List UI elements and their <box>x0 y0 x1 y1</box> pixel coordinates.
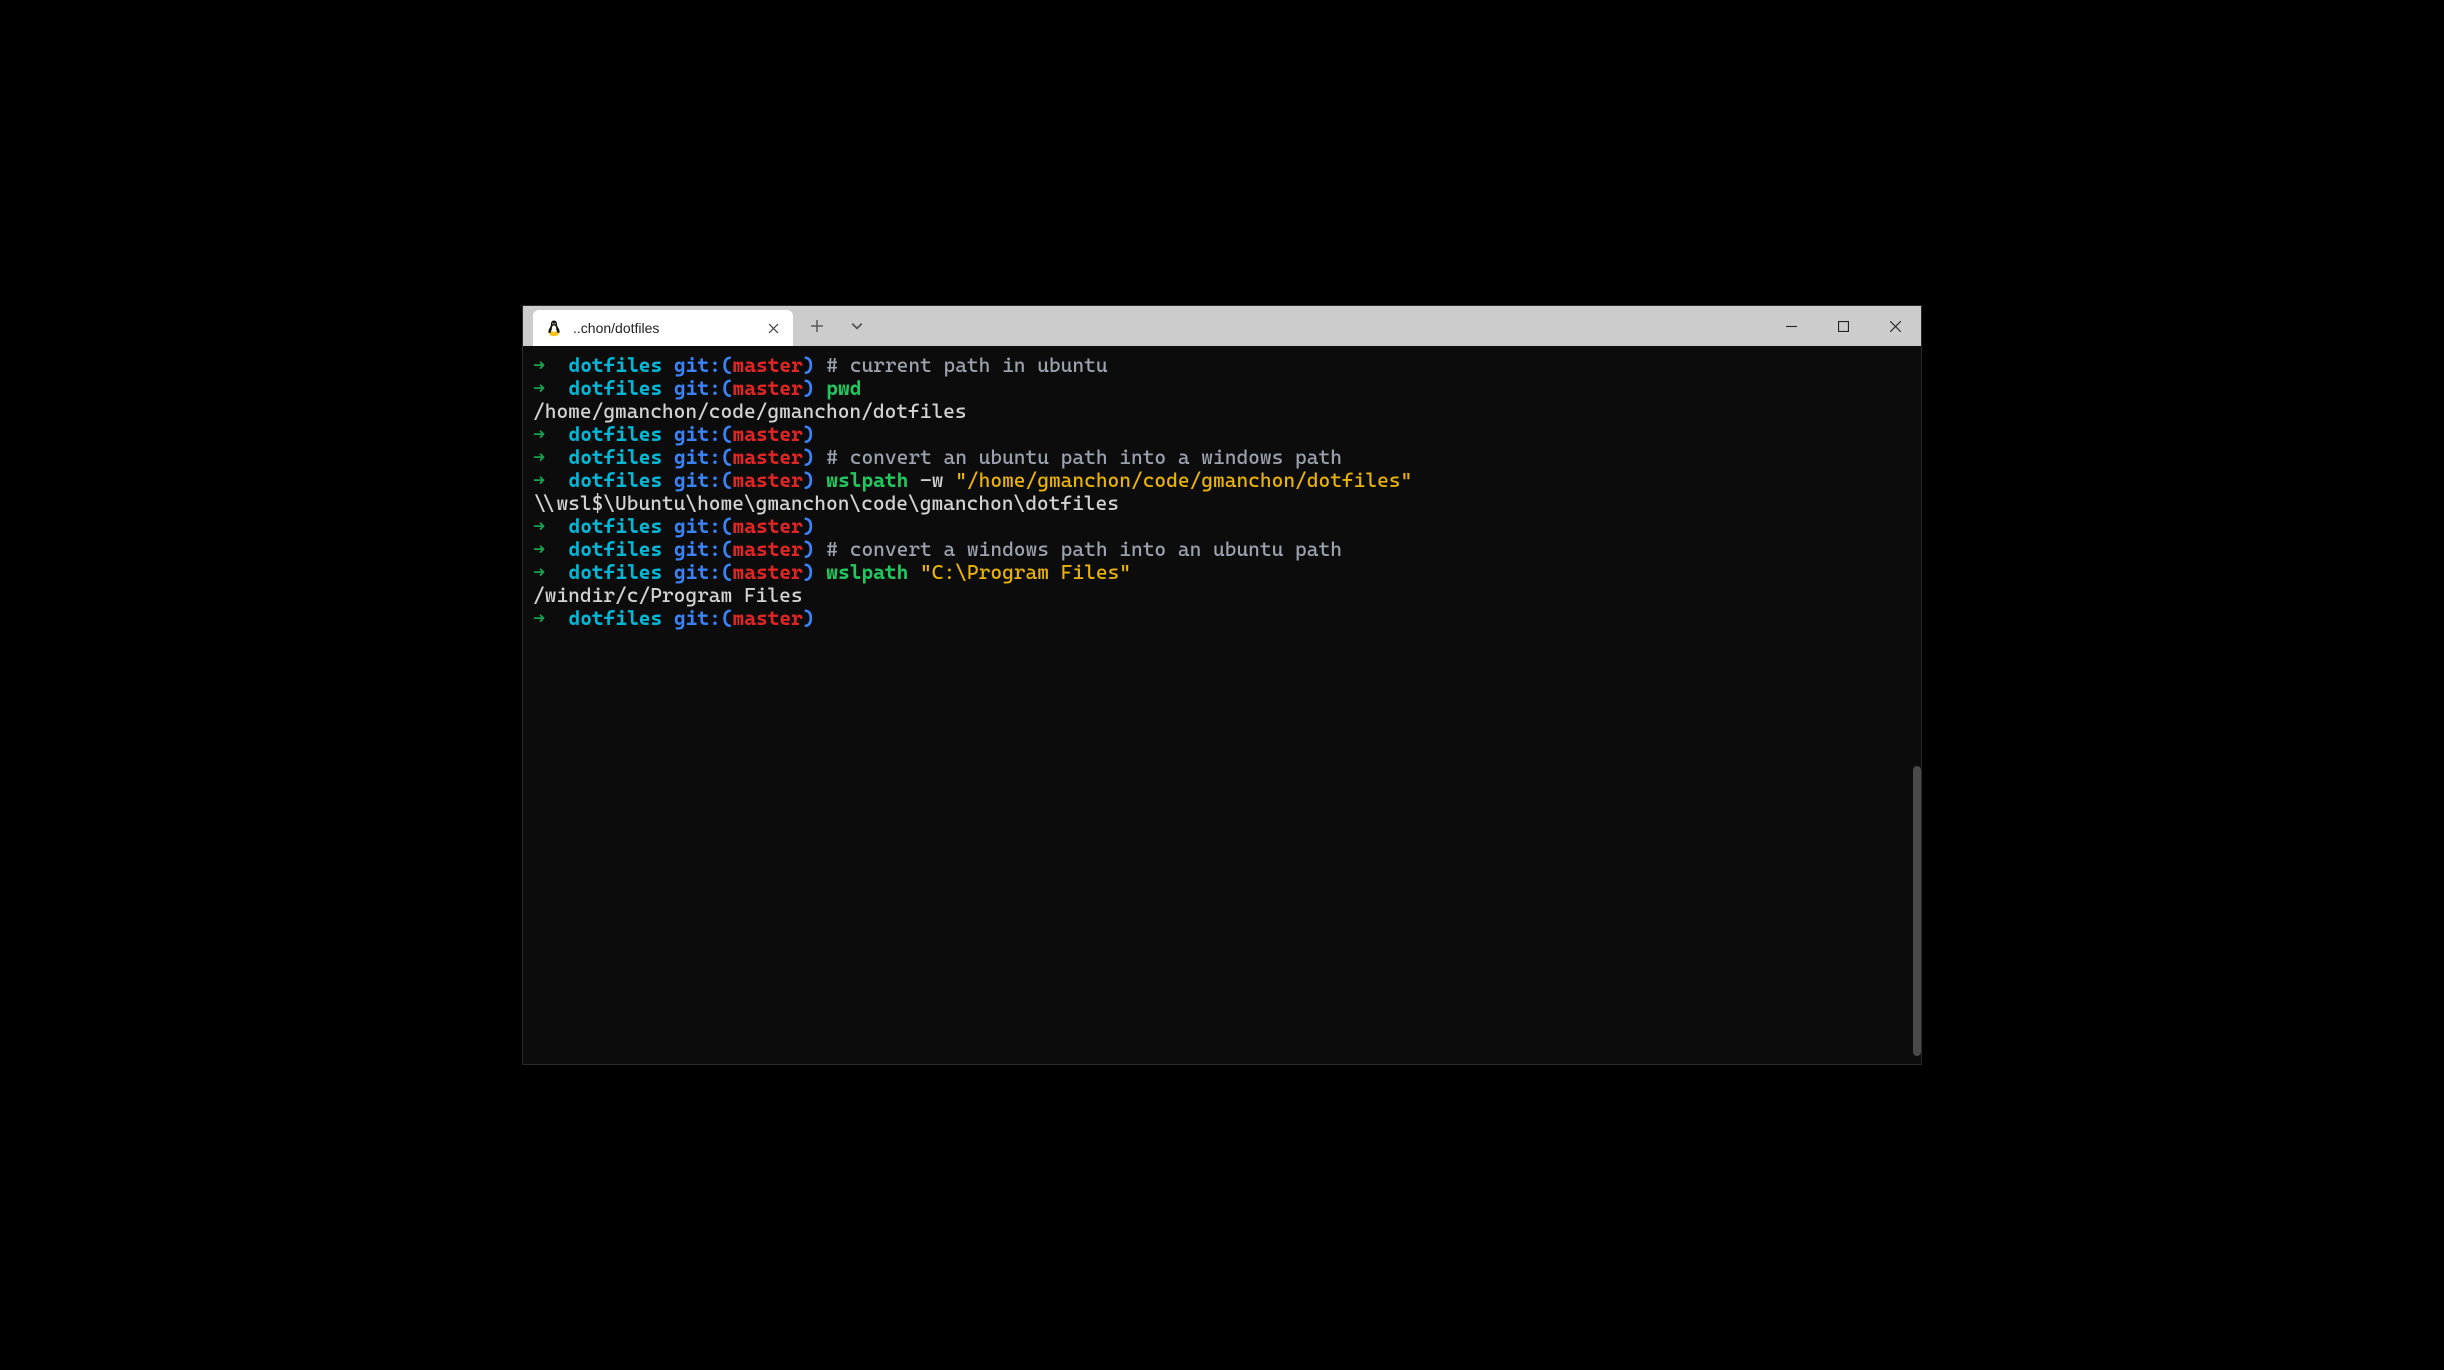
tab-dropdown-button[interactable] <box>839 308 875 344</box>
new-tab-button[interactable] <box>799 308 835 344</box>
tabs-region: ..chon/dotfiles <box>523 306 875 346</box>
tab-actions <box>799 306 875 346</box>
titlebar: ..chon/dotfiles <box>523 306 1921 346</box>
window-controls <box>1765 306 1921 346</box>
close-window-button[interactable] <box>1869 306 1921 346</box>
scrollbar-thumb[interactable] <box>1913 766 1921 1056</box>
terminal-output: ➜ dotfiles git:(master) # current path i… <box>523 346 1921 638</box>
minimize-button[interactable] <box>1765 306 1817 346</box>
tab-close-button[interactable] <box>763 318 783 338</box>
tux-icon <box>545 319 563 337</box>
terminal-area[interactable]: ➜ dotfiles git:(master) # current path i… <box>523 346 1921 1064</box>
tab-active[interactable]: ..chon/dotfiles <box>533 310 793 346</box>
tab-title: ..chon/dotfiles <box>573 320 753 336</box>
maximize-button[interactable] <box>1817 306 1869 346</box>
terminal-window: ..chon/dotfiles <box>522 305 1922 1065</box>
